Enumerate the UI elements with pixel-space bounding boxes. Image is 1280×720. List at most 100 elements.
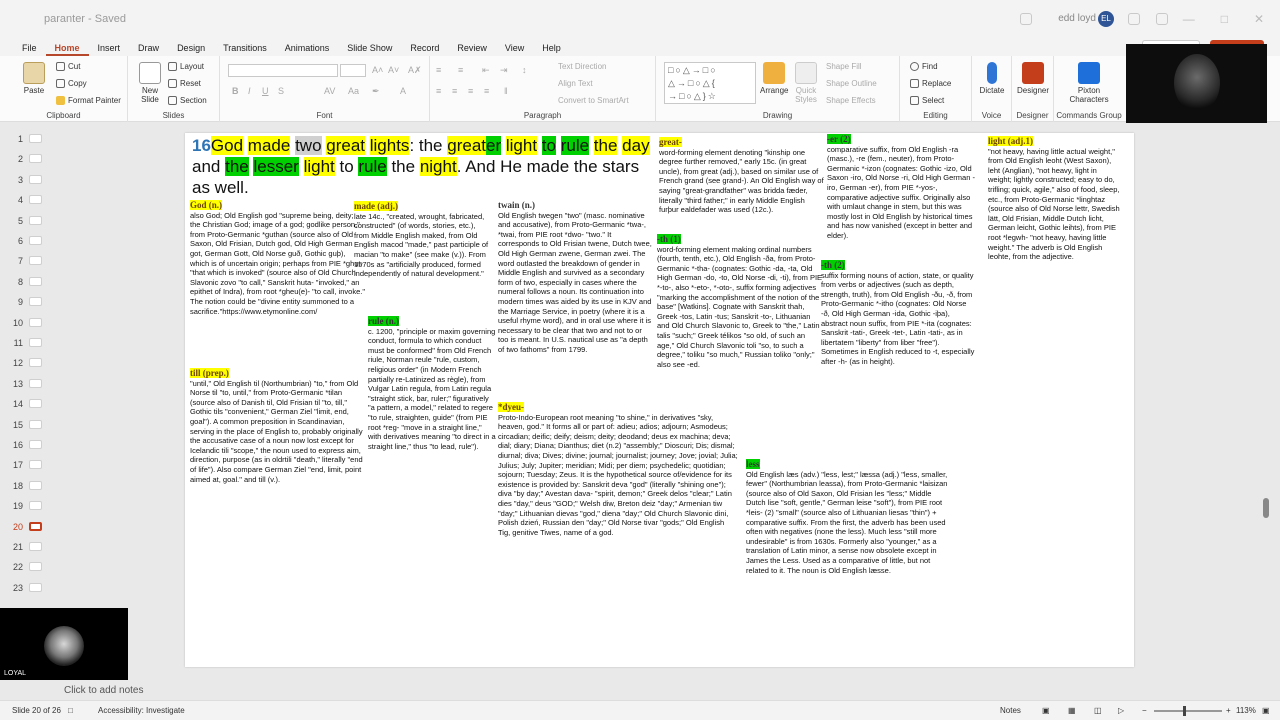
tab-help[interactable]: Help [533,43,570,56]
slide-thumbnail[interactable]: 11 [0,334,50,354]
italic-icon[interactable]: I [248,86,251,96]
line-spacing-icon[interactable]: ↕ [522,65,527,75]
justify-icon[interactable]: ≡ [484,86,489,96]
diamond-icon[interactable] [1128,13,1140,25]
pen-icon[interactable] [1156,13,1168,25]
align-text-button[interactable]: Align Text [558,79,593,88]
columns-icon[interactable]: ‖ [504,86,508,96]
designer-button[interactable]: Designer [1016,62,1050,95]
notes-placeholder[interactable]: Click to add notes [64,685,144,696]
slideshow-icon[interactable]: ▷ [1118,706,1124,715]
tab-review[interactable]: Review [448,43,496,56]
user-name[interactable]: edd loyd [1058,13,1096,24]
tab-design[interactable]: Design [168,43,214,56]
search-icon[interactable] [1020,13,1032,25]
replace-button[interactable]: Replace [910,79,951,88]
arrange-button[interactable]: Arrange [760,62,788,95]
underline-icon[interactable]: U [262,86,269,96]
tab-transitions[interactable]: Transitions [214,43,276,56]
slide-thumbnail[interactable]: 5 [0,212,50,232]
tab-draw[interactable]: Draw [129,43,168,56]
zoom-slider-handle[interactable] [1183,706,1186,716]
vertical-scrollbar[interactable] [1263,498,1269,518]
slide-thumbnail[interactable]: 13 [0,375,50,395]
accessibility-status[interactable]: Accessibility: Investigate [98,706,185,715]
paste-button[interactable]: Paste [20,62,48,95]
slide-thumbnail[interactable]: 15 [0,416,50,436]
normal-view-icon[interactable]: ▣ [1042,706,1050,715]
slide-thumbnail[interactable]: 17 [0,456,50,476]
shape-outline-button[interactable]: Shape Outline [826,79,877,88]
text-direction-button[interactable]: Text Direction [558,62,606,71]
section-button[interactable]: Section [168,96,207,105]
highlight-icon[interactable]: ✒ [372,86,380,97]
notes-button[interactable]: Notes [1000,706,1021,715]
char-spacing-icon[interactable]: AV [324,86,335,96]
font-size-input[interactable] [340,64,366,77]
find-button[interactable]: Find [910,62,938,71]
convert-smartart-button[interactable]: Convert to SmartArt [558,96,629,105]
avatar[interactable]: EL [1098,11,1114,27]
slide-thumbnail[interactable]: 23 [0,579,50,599]
shape-fill-button[interactable]: Shape Fill [826,62,862,71]
verse-text[interactable]: 16God made two great lights: the greater… [192,135,654,198]
copy-button[interactable]: Copy [56,79,87,88]
slide-thumbnail[interactable]: 2 [0,150,50,170]
shapes-gallery[interactable]: □○△→□○ △→□○△{→□○△}☆ [664,62,756,104]
layout-button[interactable]: Layout [168,62,204,71]
slide-thumbnail[interactable]: 9 [0,293,50,313]
slide-thumbnail[interactable]: 20 [0,518,50,538]
slide-thumbnail[interactable]: 16 [0,436,50,456]
spelling-icon[interactable]: □ [68,706,73,715]
slide-thumbnail[interactable]: 8 [0,273,50,293]
reading-view-icon[interactable]: ◫ [1094,706,1102,715]
font-name-input[interactable] [228,64,338,77]
bold-icon[interactable]: B [232,86,239,96]
zoom-out-icon[interactable]: − [1142,706,1147,715]
cut-button[interactable]: Cut [56,62,80,71]
slide-thumbnail[interactable]: 6 [0,232,50,252]
tab-slide-show[interactable]: Slide Show [338,43,401,56]
slide-thumbnail[interactable]: 4 [0,191,50,211]
pixton-button[interactable]: Pixton Characters [1064,62,1114,104]
shape-effects-button[interactable]: Shape Effects [826,96,876,105]
zoom-level[interactable]: 113% [1236,706,1256,715]
increase-font-icon[interactable]: A˄ [372,65,383,75]
align-center-icon[interactable]: ≡ [452,86,457,96]
dictate-button[interactable]: Dictate [978,62,1006,95]
slide-canvas[interactable]: 16God made two great lights: the greater… [185,133,1134,667]
decrease-font-icon[interactable]: A˅ [388,65,399,75]
bullets-icon[interactable]: ≡ [436,65,441,75]
close-icon[interactable]: ✕ [1254,12,1264,26]
maximize-icon[interactable]: □ [1221,12,1228,26]
fit-to-window-icon[interactable]: ▣ [1262,706,1270,715]
clear-format-icon[interactable]: A✗ [408,65,422,76]
tab-home[interactable]: Home [45,43,89,56]
slide-thumbnail[interactable]: 3 [0,171,50,191]
decrease-indent-icon[interactable]: ⇤ [482,65,490,76]
select-button[interactable]: Select [910,96,944,105]
slide-thumbnail[interactable]: 14 [0,395,50,415]
slide-thumbnail[interactable]: 12 [0,354,50,374]
align-right-icon[interactable]: ≡ [468,86,473,96]
font-color-icon[interactable]: A [400,86,406,96]
slide-thumbnail[interactable]: 22 [0,558,50,578]
slide-thumbnail[interactable]: 18 [0,477,50,497]
minimize-icon[interactable]: — [1183,12,1195,26]
zoom-in-icon[interactable]: + [1226,706,1231,715]
new-slide-button[interactable]: New Slide [134,62,166,104]
tab-animations[interactable]: Animations [276,43,339,56]
tab-insert[interactable]: Insert [89,43,130,56]
tab-record[interactable]: Record [401,43,448,56]
format-painter-button[interactable]: Format Painter [56,96,121,105]
slide-thumbnail[interactable]: 21 [0,538,50,558]
reset-button[interactable]: Reset [168,79,201,88]
increase-indent-icon[interactable]: ⇥ [500,65,508,76]
change-case-icon[interactable]: Aa [348,86,359,96]
align-left-icon[interactable]: ≡ [436,86,441,96]
tab-file[interactable]: File [13,43,46,56]
zoom-slider[interactable] [1154,710,1222,712]
slide-sorter-icon[interactable]: ▦ [1068,706,1076,715]
strikethrough-icon[interactable]: S [278,86,284,96]
tab-view[interactable]: View [496,43,533,56]
